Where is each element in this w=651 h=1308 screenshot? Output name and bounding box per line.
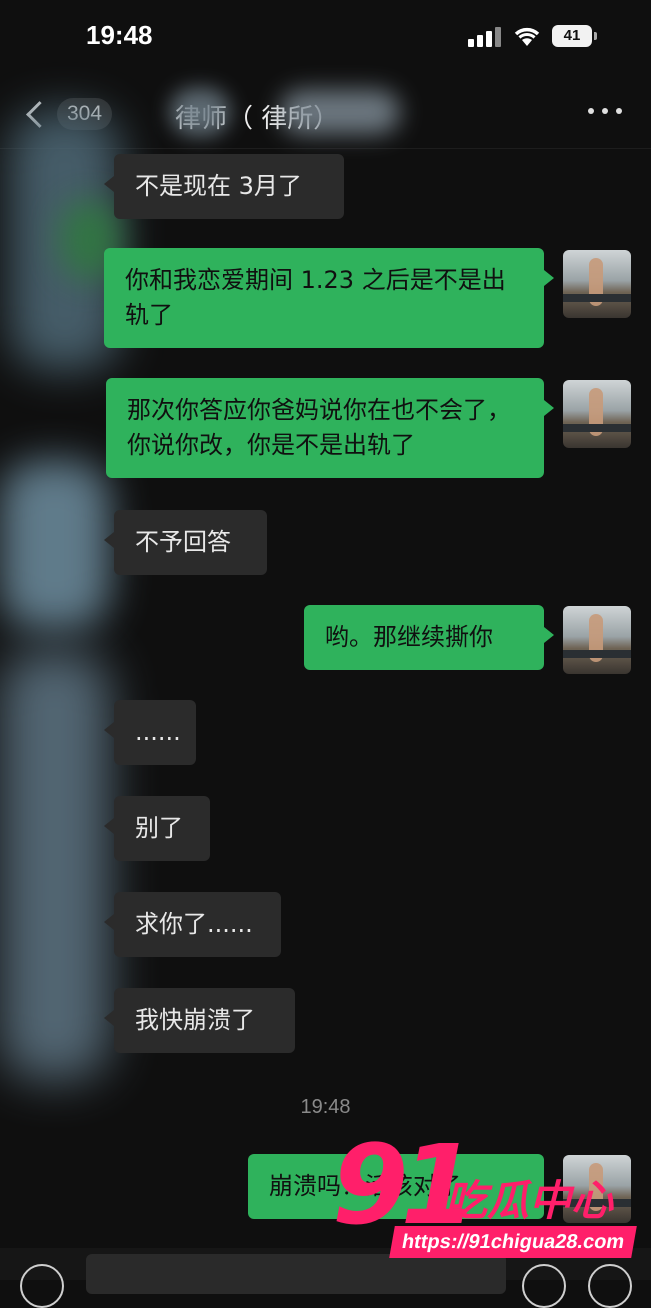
message-incoming[interactable]: ...... [104, 700, 196, 765]
message-incoming[interactable]: 不予回答 [104, 510, 267, 575]
message-outgoing[interactable]: 那次你答应你爸妈说你在也不会了，你说你改，你是不是出轨了 [106, 378, 554, 478]
emoji-icon[interactable] [522, 1264, 566, 1308]
battery-icon: 41 [552, 25, 597, 47]
more-options-icon[interactable] [588, 108, 622, 118]
message-outgoing[interactable]: 哟。那继续撕你 [304, 605, 554, 670]
redaction-blur [280, 90, 400, 134]
message-incoming[interactable]: 我快崩溃了 [104, 988, 295, 1053]
watermark-logo-text: 吃瓜中心 [445, 1176, 614, 1225]
redaction-blur [0, 650, 110, 1080]
status-time: 19:48 [86, 20, 153, 50]
message-outgoing[interactable]: 你和我恋爱期间 1.23 之后是不是出轨了 [104, 248, 554, 348]
status-bar: 19:48 41 [0, 0, 651, 70]
wifi-icon [514, 27, 540, 46]
user-avatar[interactable] [563, 250, 631, 318]
message-incoming[interactable]: 别了 [104, 796, 210, 861]
cellular-signal-icon [468, 27, 504, 47]
user-avatar[interactable] [563, 606, 631, 674]
redaction-blur [170, 88, 230, 136]
watermark-url: https://91chigua28.com [389, 1226, 638, 1258]
redaction-blur [0, 460, 110, 630]
voice-icon[interactable] [20, 1264, 64, 1308]
plus-icon[interactable] [588, 1264, 632, 1308]
message-incoming[interactable]: 不是现在 3月了 [104, 154, 344, 219]
message-input[interactable] [86, 1254, 506, 1294]
message-timestamp: 19:48 [300, 1096, 351, 1118]
message-incoming[interactable]: 求你了...... [104, 892, 281, 957]
user-avatar[interactable] [563, 380, 631, 448]
